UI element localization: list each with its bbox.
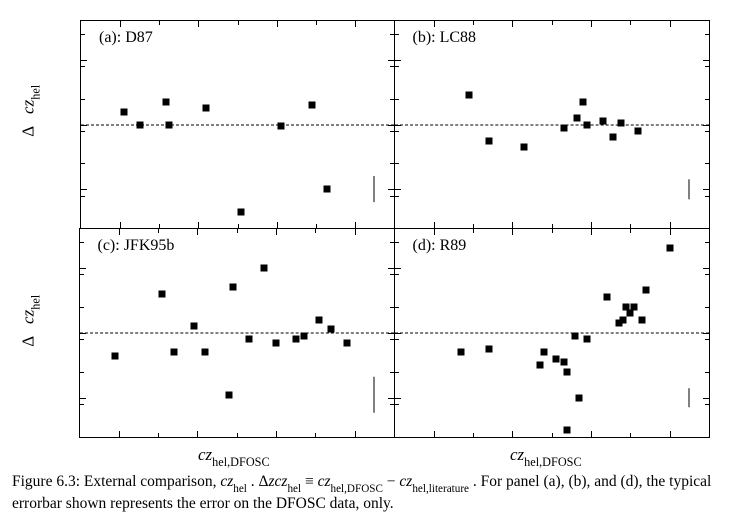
panel-label-c: (c): JFK95b: [98, 237, 175, 255]
data-point: [485, 137, 492, 144]
data-point: [202, 349, 209, 356]
xlabel-left: czhel,DFOSC: [198, 445, 270, 468]
data-point: [308, 102, 315, 109]
error-bar: [374, 376, 375, 412]
delta-sym: Δ: [18, 127, 37, 137]
data-point: [485, 346, 492, 353]
ylabel-bot: Δ czhel: [18, 327, 41, 347]
data-point: [564, 368, 571, 375]
data-point: [572, 333, 579, 340]
cap-p3: ≡: [301, 473, 318, 490]
delta-sym-2: Δ: [18, 337, 37, 347]
data-point: [666, 245, 673, 252]
data-point: [316, 316, 323, 323]
data-point: [343, 339, 350, 346]
data-point: [203, 105, 210, 112]
panel-label-d: (d): R89: [413, 237, 467, 255]
data-point: [229, 284, 236, 291]
data-point: [540, 349, 547, 356]
data-point: [324, 186, 331, 193]
cap-cz3: cz: [399, 473, 412, 490]
cap-p4: −: [383, 473, 400, 490]
data-point: [165, 121, 172, 128]
cz-sym: cz: [18, 100, 37, 114]
sub-dfosc-2: hel,DFOSC: [524, 455, 581, 469]
cap-cz1: cz: [220, 473, 233, 490]
data-point: [238, 208, 245, 215]
panel-b: (b): LC88: [394, 20, 711, 229]
data-point: [292, 336, 299, 343]
data-point: [635, 127, 642, 134]
data-point: [111, 352, 118, 359]
data-point: [627, 310, 634, 317]
ylabel-top: Δ czhel: [18, 117, 41, 137]
data-point: [277, 122, 284, 129]
zero-line: [80, 332, 395, 333]
cz-sym-3: cz: [198, 445, 212, 464]
sub-hel-2: hel: [29, 295, 43, 310]
xlabel-right: czhel,DFOSC: [510, 445, 582, 468]
error-bar: [374, 176, 375, 202]
cap-p2: . Δ: [247, 473, 269, 490]
data-point: [121, 108, 128, 115]
cap-sub1: hel: [233, 483, 247, 495]
data-point: [466, 92, 473, 99]
data-point: [580, 98, 587, 105]
data-point: [136, 121, 143, 128]
data-point: [584, 121, 591, 128]
cap-sub4: hel,literature: [412, 483, 469, 495]
cap-cz2: cz: [318, 473, 331, 490]
data-point: [328, 326, 335, 333]
cap-sub2: hel: [287, 483, 301, 495]
data-point: [521, 144, 528, 151]
data-point: [560, 124, 567, 131]
data-point: [159, 290, 166, 297]
cap-p1: Figure 6.3: External comparison,: [12, 473, 220, 490]
cz-sym-4: cz: [510, 445, 524, 464]
data-point: [170, 349, 177, 356]
zero-line: [395, 124, 710, 125]
data-point: [631, 303, 638, 310]
panel-grid: (a): D87 -1000100 (b): LC88 (c): JFK95b …: [80, 20, 710, 438]
data-point: [273, 339, 280, 346]
data-point: [603, 293, 610, 300]
panel-c: (c): JFK95b 2000300040005000-1000100: [79, 228, 396, 439]
figure-caption: Figure 6.3: External comparison, czhel .…: [12, 472, 732, 514]
panel-label-a: (a): D87: [99, 29, 153, 47]
data-point: [576, 394, 583, 401]
cz-sym-2: cz: [18, 310, 37, 324]
data-point: [552, 355, 559, 362]
data-point: [643, 287, 650, 294]
panel-d: (d): R89 2000300040005000: [394, 228, 711, 439]
zero-line: [395, 332, 710, 333]
data-point: [300, 333, 307, 340]
data-point: [639, 316, 646, 323]
data-point: [619, 316, 626, 323]
data-point: [458, 349, 465, 356]
error-bar: [689, 388, 690, 408]
data-point: [584, 336, 591, 343]
sub-hel: hel: [29, 85, 43, 100]
data-point: [536, 362, 543, 369]
zero-line: [81, 124, 394, 125]
data-point: [564, 427, 571, 434]
data-point: [225, 391, 232, 398]
figure-page: Δ czhel Δ czhel czhel,DFOSC czhel,DFOSC …: [0, 0, 744, 520]
data-point: [245, 336, 252, 343]
error-bar: [689, 179, 690, 198]
data-point: [560, 359, 567, 366]
data-point: [617, 119, 624, 126]
data-point: [162, 98, 169, 105]
data-point: [573, 115, 580, 122]
panel-a: (a): D87 -1000100: [80, 20, 395, 229]
data-point: [190, 323, 197, 330]
sub-dfosc: hel,DFOSC: [212, 455, 269, 469]
data-point: [610, 134, 617, 141]
cap-sub3: hel,DFOSC: [331, 483, 383, 495]
cap-zcz: zcz: [269, 473, 288, 490]
data-point: [261, 264, 268, 271]
panel-label-b: (b): LC88: [413, 29, 477, 47]
data-point: [599, 118, 606, 125]
